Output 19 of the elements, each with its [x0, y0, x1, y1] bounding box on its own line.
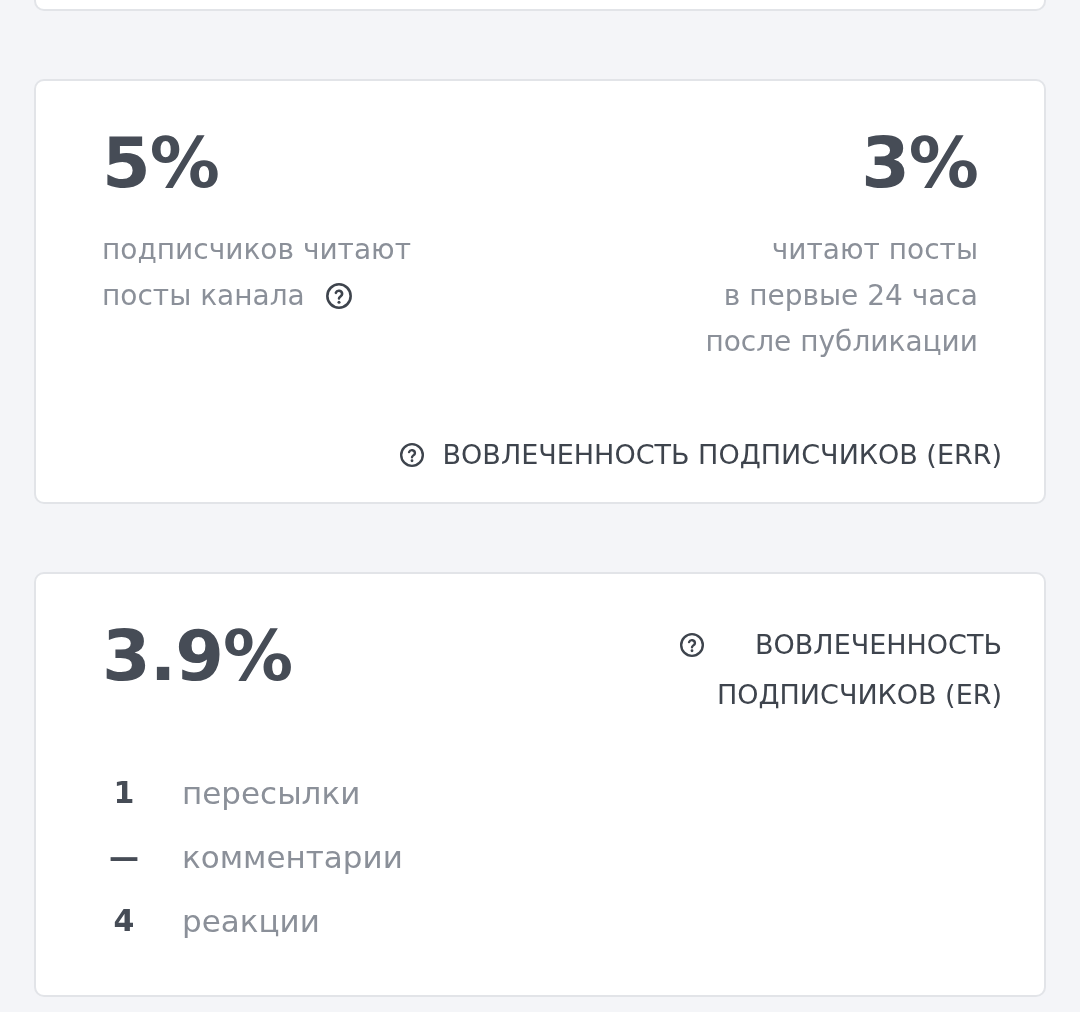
- stat-value: 3%: [861, 121, 978, 205]
- metric-title: ВОВЛЕЧЕННОСТЬ ПОДПИСЧИКОВ (ERR): [442, 438, 1002, 472]
- metric-label: пересылки: [182, 774, 361, 813]
- metric-count: —: [109, 838, 139, 876]
- stat-caption: в первые 24 часа: [723, 278, 978, 314]
- stat-caption: после публикации: [705, 324, 978, 360]
- stat-value: 3.9%: [102, 614, 293, 698]
- help-icon[interactable]: [678, 632, 705, 658]
- stat-caption: посты канала: [102, 278, 305, 314]
- help-icon[interactable]: [324, 282, 353, 310]
- help-icon[interactable]: [398, 442, 425, 468]
- stat-caption: читают посты: [771, 232, 978, 268]
- stat-value: 5%: [102, 121, 219, 205]
- metric-count: 1: [113, 774, 135, 812]
- metric-count: 4: [113, 902, 135, 940]
- stat-caption: подписчиков читают: [102, 232, 411, 268]
- metric-label: комментарии: [182, 838, 403, 877]
- metric-title: ВОВЛЕЧЕННОСТЬ ПОДПИСЧИКОВ (ER): [716, 628, 1002, 712]
- metric-label: реакции: [182, 902, 320, 941]
